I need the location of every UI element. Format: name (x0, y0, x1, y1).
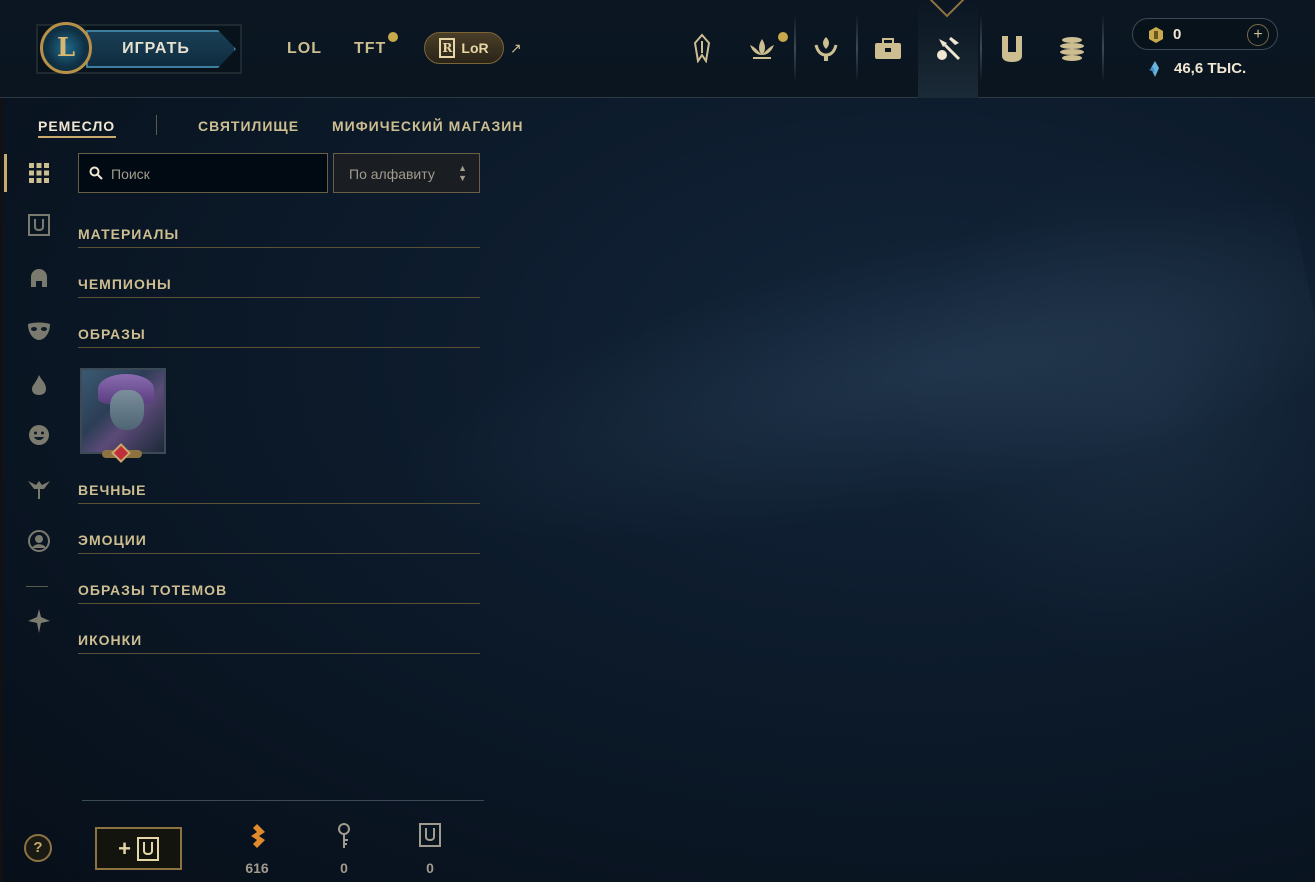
nav-separator (1102, 14, 1104, 82)
sort-label: По алфавиту (349, 166, 435, 182)
help-button[interactable]: ? (24, 834, 52, 862)
chest-filter-icon[interactable] (24, 210, 54, 240)
eternals-flame-icon[interactable] (24, 370, 54, 400)
play-area: L ИГРАТЬ (36, 22, 242, 74)
search-box[interactable] (78, 153, 328, 193)
nav-separator (856, 14, 858, 82)
ward-totem-icon[interactable] (24, 474, 54, 504)
skin-shard-card[interactable] (80, 368, 166, 454)
plus-icon: + (118, 835, 131, 861)
section-ward-skins[interactable]: ОБРАЗЫ ТОТЕМОВ (78, 582, 480, 604)
tft-notification-dot (388, 32, 398, 42)
section-materials[interactable]: МАТЕРИАЛЫ (78, 226, 480, 248)
tab-lol[interactable]: LOL (287, 40, 322, 58)
lor-button[interactable]: R LoR (424, 32, 504, 64)
section-title: ИКОНКИ (78, 632, 143, 648)
section-title: ЧЕМПИОНЫ (78, 276, 172, 292)
champion-helmet-icon[interactable] (24, 264, 54, 294)
section-icons[interactable]: ИКОНКИ (78, 632, 480, 654)
section-skins[interactable]: ОБРАЗЫ (78, 326, 480, 348)
champions-icon[interactable] (686, 30, 718, 66)
grid-all-icon[interactable] (24, 158, 54, 188)
skin-mask-icon[interactable] (24, 316, 54, 346)
emote-smiley-icon[interactable] (24, 420, 54, 450)
chest-value: 0 (426, 860, 434, 876)
profile-icon-filter-icon[interactable] (24, 526, 54, 556)
skin-art-face (110, 390, 144, 430)
section-title: ОБРАЗЫ ТОТЕМОВ (78, 582, 228, 598)
lor-label: LoR (461, 40, 489, 56)
tab-sanctum[interactable]: СВЯТИЛИЩЕ (198, 118, 299, 134)
footer-divider (82, 800, 484, 801)
lotus-icon[interactable] (746, 30, 778, 66)
nav-separator (794, 14, 796, 82)
blue-essence-icon (1146, 60, 1164, 83)
rail-separator (26, 586, 48, 587)
chest-icon (136, 836, 159, 861)
rp-value: 0 (1173, 26, 1182, 43)
store-icon[interactable] (1056, 30, 1088, 66)
tab-tft[interactable]: TFT (354, 40, 386, 58)
tab-crafting[interactable]: РЕМЕСЛО (38, 118, 115, 134)
play-button[interactable]: ИГРАТЬ (86, 30, 236, 68)
active-tab-underline (38, 136, 116, 138)
tab-mythic-shop[interactable]: МИФИЧЕСКИЙ МАГАЗИН (332, 118, 523, 134)
collection-icon[interactable] (872, 30, 904, 66)
rp-wallet: 0 + (1132, 18, 1278, 50)
search-icon (89, 166, 103, 185)
crafting-icon[interactable] (932, 30, 964, 66)
lotus-notification-dot (778, 32, 788, 42)
nav-separator (980, 14, 982, 82)
honor-icon[interactable] (810, 30, 842, 66)
sort-chevron-icon: ▲ ▼ (458, 163, 467, 183)
lol-logo-icon[interactable]: L (40, 22, 92, 74)
section-title: ЭМОЦИИ (78, 532, 147, 548)
blue-essence-value: 46,6 ТЫС. (1174, 60, 1247, 77)
section-emotes[interactable]: ЭМОЦИИ (78, 532, 480, 554)
hextech-chest-icon[interactable] (996, 30, 1028, 66)
sort-select[interactable]: По алфавиту ▲ ▼ (333, 153, 480, 193)
chest-icon (419, 823, 441, 847)
section-title: ВЕЧНЫЕ (78, 482, 147, 498)
subtab-separator (156, 115, 157, 135)
key-value: 0 (340, 860, 348, 876)
other-loot-icon[interactable] (24, 606, 54, 636)
add-chest-button[interactable]: + (95, 827, 182, 870)
window-edge (0, 0, 3, 882)
orange-essence-icon (251, 824, 265, 848)
section-eternals[interactable]: ВЕЧНЫЕ (78, 482, 480, 504)
external-link-icon: ↗ (510, 40, 522, 56)
key-icon (338, 823, 350, 848)
orange-essence-value: 616 (245, 860, 269, 876)
section-title: ОБРАЗЫ (78, 326, 146, 342)
rail-active-indicator (4, 154, 7, 192)
section-title: МАТЕРИАЛЫ (78, 226, 180, 242)
lor-logo-icon: R (439, 38, 456, 58)
buy-rp-button[interactable]: + (1247, 24, 1269, 46)
section-champions[interactable]: ЧЕМПИОНЫ (78, 276, 480, 298)
top-bar: L ИГРАТЬ LOL TFT R LoR ↗ 0 + 46,6 ТЫС. (0, 0, 1315, 98)
rp-icon (1147, 26, 1165, 49)
search-input[interactable] (111, 163, 311, 185)
